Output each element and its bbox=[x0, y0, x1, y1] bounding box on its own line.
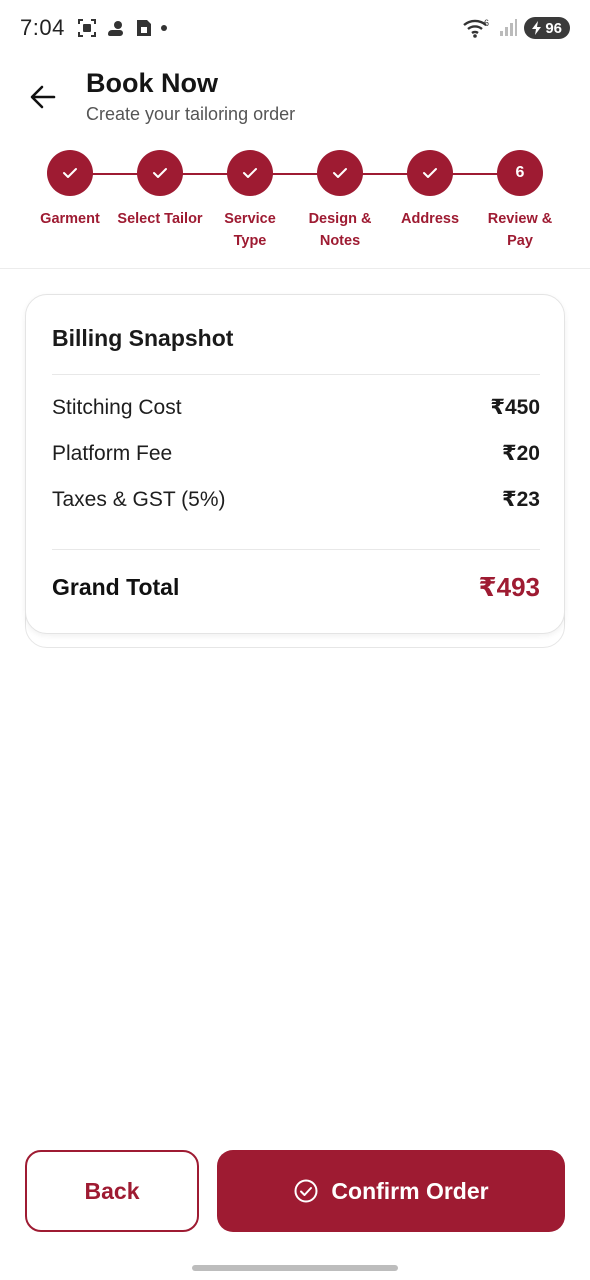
confirm-order-button[interactable]: Confirm Order bbox=[217, 1150, 565, 1232]
confirm-order-label: Confirm Order bbox=[331, 1177, 489, 1204]
home-indicator[interactable] bbox=[192, 1265, 398, 1271]
step-select-tailor[interactable]: Select Tailor bbox=[112, 150, 208, 230]
status-bar: 7:04 6 96 bbox=[0, 0, 590, 56]
back-arrow-icon[interactable] bbox=[26, 80, 60, 114]
progress-stepper: Garment Select Tailor Service Type Desig… bbox=[0, 150, 590, 260]
check-circle-icon bbox=[294, 1179, 318, 1203]
wifi-badge: 6 bbox=[484, 18, 489, 28]
step-complete-check-icon bbox=[317, 150, 363, 196]
page-title: Book Now bbox=[86, 68, 218, 98]
battery-level: 96 bbox=[545, 19, 562, 37]
row-label: Taxes & GST (5%) bbox=[52, 487, 226, 511]
screenshot-icon bbox=[77, 19, 96, 37]
step-service-type[interactable]: Service Type bbox=[202, 150, 298, 252]
notification-dot bbox=[160, 25, 167, 31]
step-label: Address bbox=[382, 208, 478, 230]
back-button[interactable]: Back bbox=[25, 1150, 199, 1232]
step-complete-check-icon bbox=[407, 150, 453, 196]
step-review-pay[interactable]: 6 Review & Pay bbox=[472, 150, 568, 252]
card-divider bbox=[52, 374, 540, 375]
step-label: Design & Notes bbox=[292, 208, 388, 252]
billing-row-platform-fee: Platform Fee ₹20 bbox=[52, 441, 540, 466]
grand-total-row: Grand Total ₹493 bbox=[52, 572, 540, 603]
status-left: 7:04 bbox=[20, 15, 167, 41]
step-label-line1: Address bbox=[400, 211, 460, 227]
card-divider bbox=[52, 549, 540, 550]
billing-card: Billing Snapshot Stitching Cost ₹450 Pla… bbox=[25, 294, 565, 634]
billing-row-taxes: Taxes & GST (5%) ₹23 bbox=[52, 487, 540, 512]
step-label-line1: Select Tailor bbox=[117, 211, 203, 227]
header: Book Now Create your tailoring order bbox=[0, 60, 590, 136]
status-icons bbox=[77, 18, 167, 38]
row-value: ₹23 bbox=[502, 488, 540, 511]
step-label-line2: Type bbox=[233, 233, 267, 249]
step-complete-check-icon bbox=[47, 150, 93, 196]
row-label: Platform Fee bbox=[52, 441, 173, 465]
row-value: ₹450 bbox=[490, 396, 540, 419]
step-address[interactable]: Address bbox=[382, 150, 478, 230]
step-label: Select Tailor bbox=[112, 208, 208, 230]
row-label: Stitching Cost bbox=[52, 395, 182, 419]
step-label: Review & Pay bbox=[472, 208, 568, 252]
header-divider bbox=[0, 268, 590, 269]
row-value: ₹20 bbox=[502, 442, 540, 465]
page-subtitle: Create your tailoring order bbox=[86, 104, 296, 124]
step-label-line2: Pay bbox=[507, 233, 533, 249]
charging-icon bbox=[532, 21, 542, 35]
step-garment[interactable]: Garment bbox=[22, 150, 118, 230]
step-label-line1: Design & bbox=[308, 211, 372, 227]
step-label: Service Type bbox=[202, 208, 298, 252]
step-number: 6 bbox=[497, 150, 543, 196]
battery-indicator: 96 bbox=[524, 17, 570, 39]
grand-total-label: Grand Total bbox=[52, 574, 180, 600]
status-right: 6 96 bbox=[462, 17, 570, 39]
step-label: Garment bbox=[22, 208, 118, 230]
sim-icon bbox=[136, 20, 151, 36]
billing-row-stitching: Stitching Cost ₹450 bbox=[52, 395, 540, 420]
step-design-notes[interactable]: Design & Notes bbox=[292, 150, 388, 252]
grand-total-value: ₹493 bbox=[478, 572, 540, 602]
billing-title: Billing Snapshot bbox=[52, 325, 234, 351]
signal-icon bbox=[500, 19, 518, 36]
step-label-line2: Notes bbox=[319, 233, 361, 249]
back-button-label: Back bbox=[84, 1177, 140, 1204]
step-complete-check-icon bbox=[227, 150, 273, 196]
status-time: 7:04 bbox=[20, 15, 65, 40]
step-label-line1: Review & bbox=[487, 211, 553, 227]
step-label-line1: Garment bbox=[40, 211, 100, 227]
step-complete-check-icon bbox=[137, 150, 183, 196]
weather-icon bbox=[107, 21, 123, 36]
step-label-line1: Service bbox=[224, 211, 276, 227]
wifi-icon: 6 bbox=[463, 18, 489, 38]
